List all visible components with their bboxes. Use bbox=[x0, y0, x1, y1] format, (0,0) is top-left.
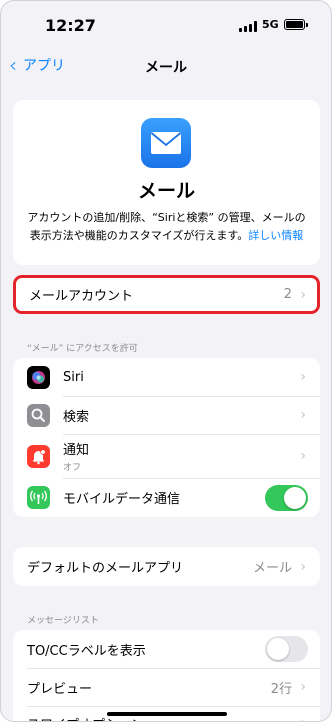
default-app-card: デフォルトのメールアプリ メール › bbox=[13, 547, 320, 586]
toggle-knob bbox=[267, 638, 289, 660]
cellular-data-toggle[interactable] bbox=[265, 484, 308, 511]
signal-bars-icon bbox=[239, 21, 259, 32]
chevron-right-icon: › bbox=[300, 407, 306, 423]
chevron-right-icon: › bbox=[300, 715, 306, 721]
access-section-header: “メール” にアクセスを許可 bbox=[27, 344, 138, 354]
home-indicator[interactable] bbox=[107, 712, 227, 716]
preview-label: プレビュー bbox=[27, 681, 93, 697]
preview-value: 2行 bbox=[270, 681, 292, 697]
access-settings-card: Siri › 検索 › 通知 オフ › モバイルデータ通信 bbox=[13, 358, 320, 517]
page-title: メール bbox=[145, 60, 187, 76]
navigation-bar: ‹ アプリ メール bbox=[1, 51, 331, 81]
status-bar: 12:27 5G bbox=[1, 1, 331, 47]
cellular-data-label: モバイルデータ通信 bbox=[63, 492, 181, 507]
status-time: 12:27 bbox=[45, 16, 96, 35]
cellular-antenna-icon bbox=[27, 486, 50, 509]
show-to-cc-toggle[interactable] bbox=[265, 636, 308, 662]
app-title: メール bbox=[137, 180, 195, 202]
chevron-right-icon: › bbox=[300, 558, 306, 575]
notifications-text: 通知 オフ bbox=[63, 439, 89, 473]
mail-accounts-row[interactable]: メールアカウント 2 › bbox=[16, 278, 317, 311]
notifications-row[interactable]: 通知 オフ › bbox=[13, 434, 320, 478]
chevron-right-icon: › bbox=[300, 286, 306, 303]
search-icon bbox=[27, 404, 50, 427]
search-label: 検索 bbox=[63, 409, 90, 425]
notifications-label: 通知 bbox=[63, 443, 90, 458]
chevron-right-icon: › bbox=[300, 448, 306, 464]
notification-bell-icon bbox=[27, 445, 50, 468]
default-mail-app-row[interactable]: デフォルトのメールアプリ メール › bbox=[13, 547, 320, 586]
mail-app-icon bbox=[141, 118, 191, 168]
show-to-cc-label: TO/CCラベルを表示 bbox=[27, 643, 146, 659]
mail-accounts-count: 2 bbox=[283, 287, 292, 302]
mail-accounts-label: メールアカウント bbox=[29, 289, 134, 304]
network-type: 5G bbox=[262, 18, 279, 31]
cellular-data-row: モバイルデータ通信 bbox=[13, 478, 320, 517]
message-list-card: TO/CCラベルを表示 プレビュー 2行 › スワイプオプション › bbox=[13, 630, 320, 721]
chevron-right-icon: › bbox=[300, 679, 306, 695]
battery-icon bbox=[284, 19, 308, 30]
toggle-knob bbox=[284, 486, 306, 509]
siri-icon bbox=[27, 366, 50, 389]
preview-row[interactable]: プレビュー 2行 › bbox=[13, 668, 320, 706]
app-description: アカウントの追加/削除、“Siriと検索” の管理、メールの表示方法や機能のカス… bbox=[23, 209, 310, 245]
learn-more-link[interactable]: 詳しい情報 bbox=[248, 229, 303, 242]
mail-accounts-card: メールアカウント 2 › bbox=[13, 275, 320, 314]
app-info-card: メール アカウントの追加/削除、“Siriと検索” の管理、メールの表示方法や機… bbox=[13, 100, 320, 265]
notifications-status: オフ bbox=[63, 463, 82, 473]
chevron-right-icon: › bbox=[300, 369, 306, 385]
default-mail-app-value: メール bbox=[252, 561, 292, 576]
default-mail-app-label: デフォルトのメールアプリ bbox=[27, 561, 184, 576]
siri-label: Siri bbox=[63, 369, 84, 385]
siri-row[interactable]: Siri › bbox=[13, 358, 320, 396]
phone-screen: 12:27 5G ‹ アプリ メール メール アカウントの追加/削除、“Siri… bbox=[0, 0, 332, 722]
search-row[interactable]: 検索 › bbox=[13, 396, 320, 434]
show-to-cc-row: TO/CCラベルを表示 bbox=[13, 630, 320, 668]
message-list-header: メッセージリスト bbox=[27, 616, 99, 626]
